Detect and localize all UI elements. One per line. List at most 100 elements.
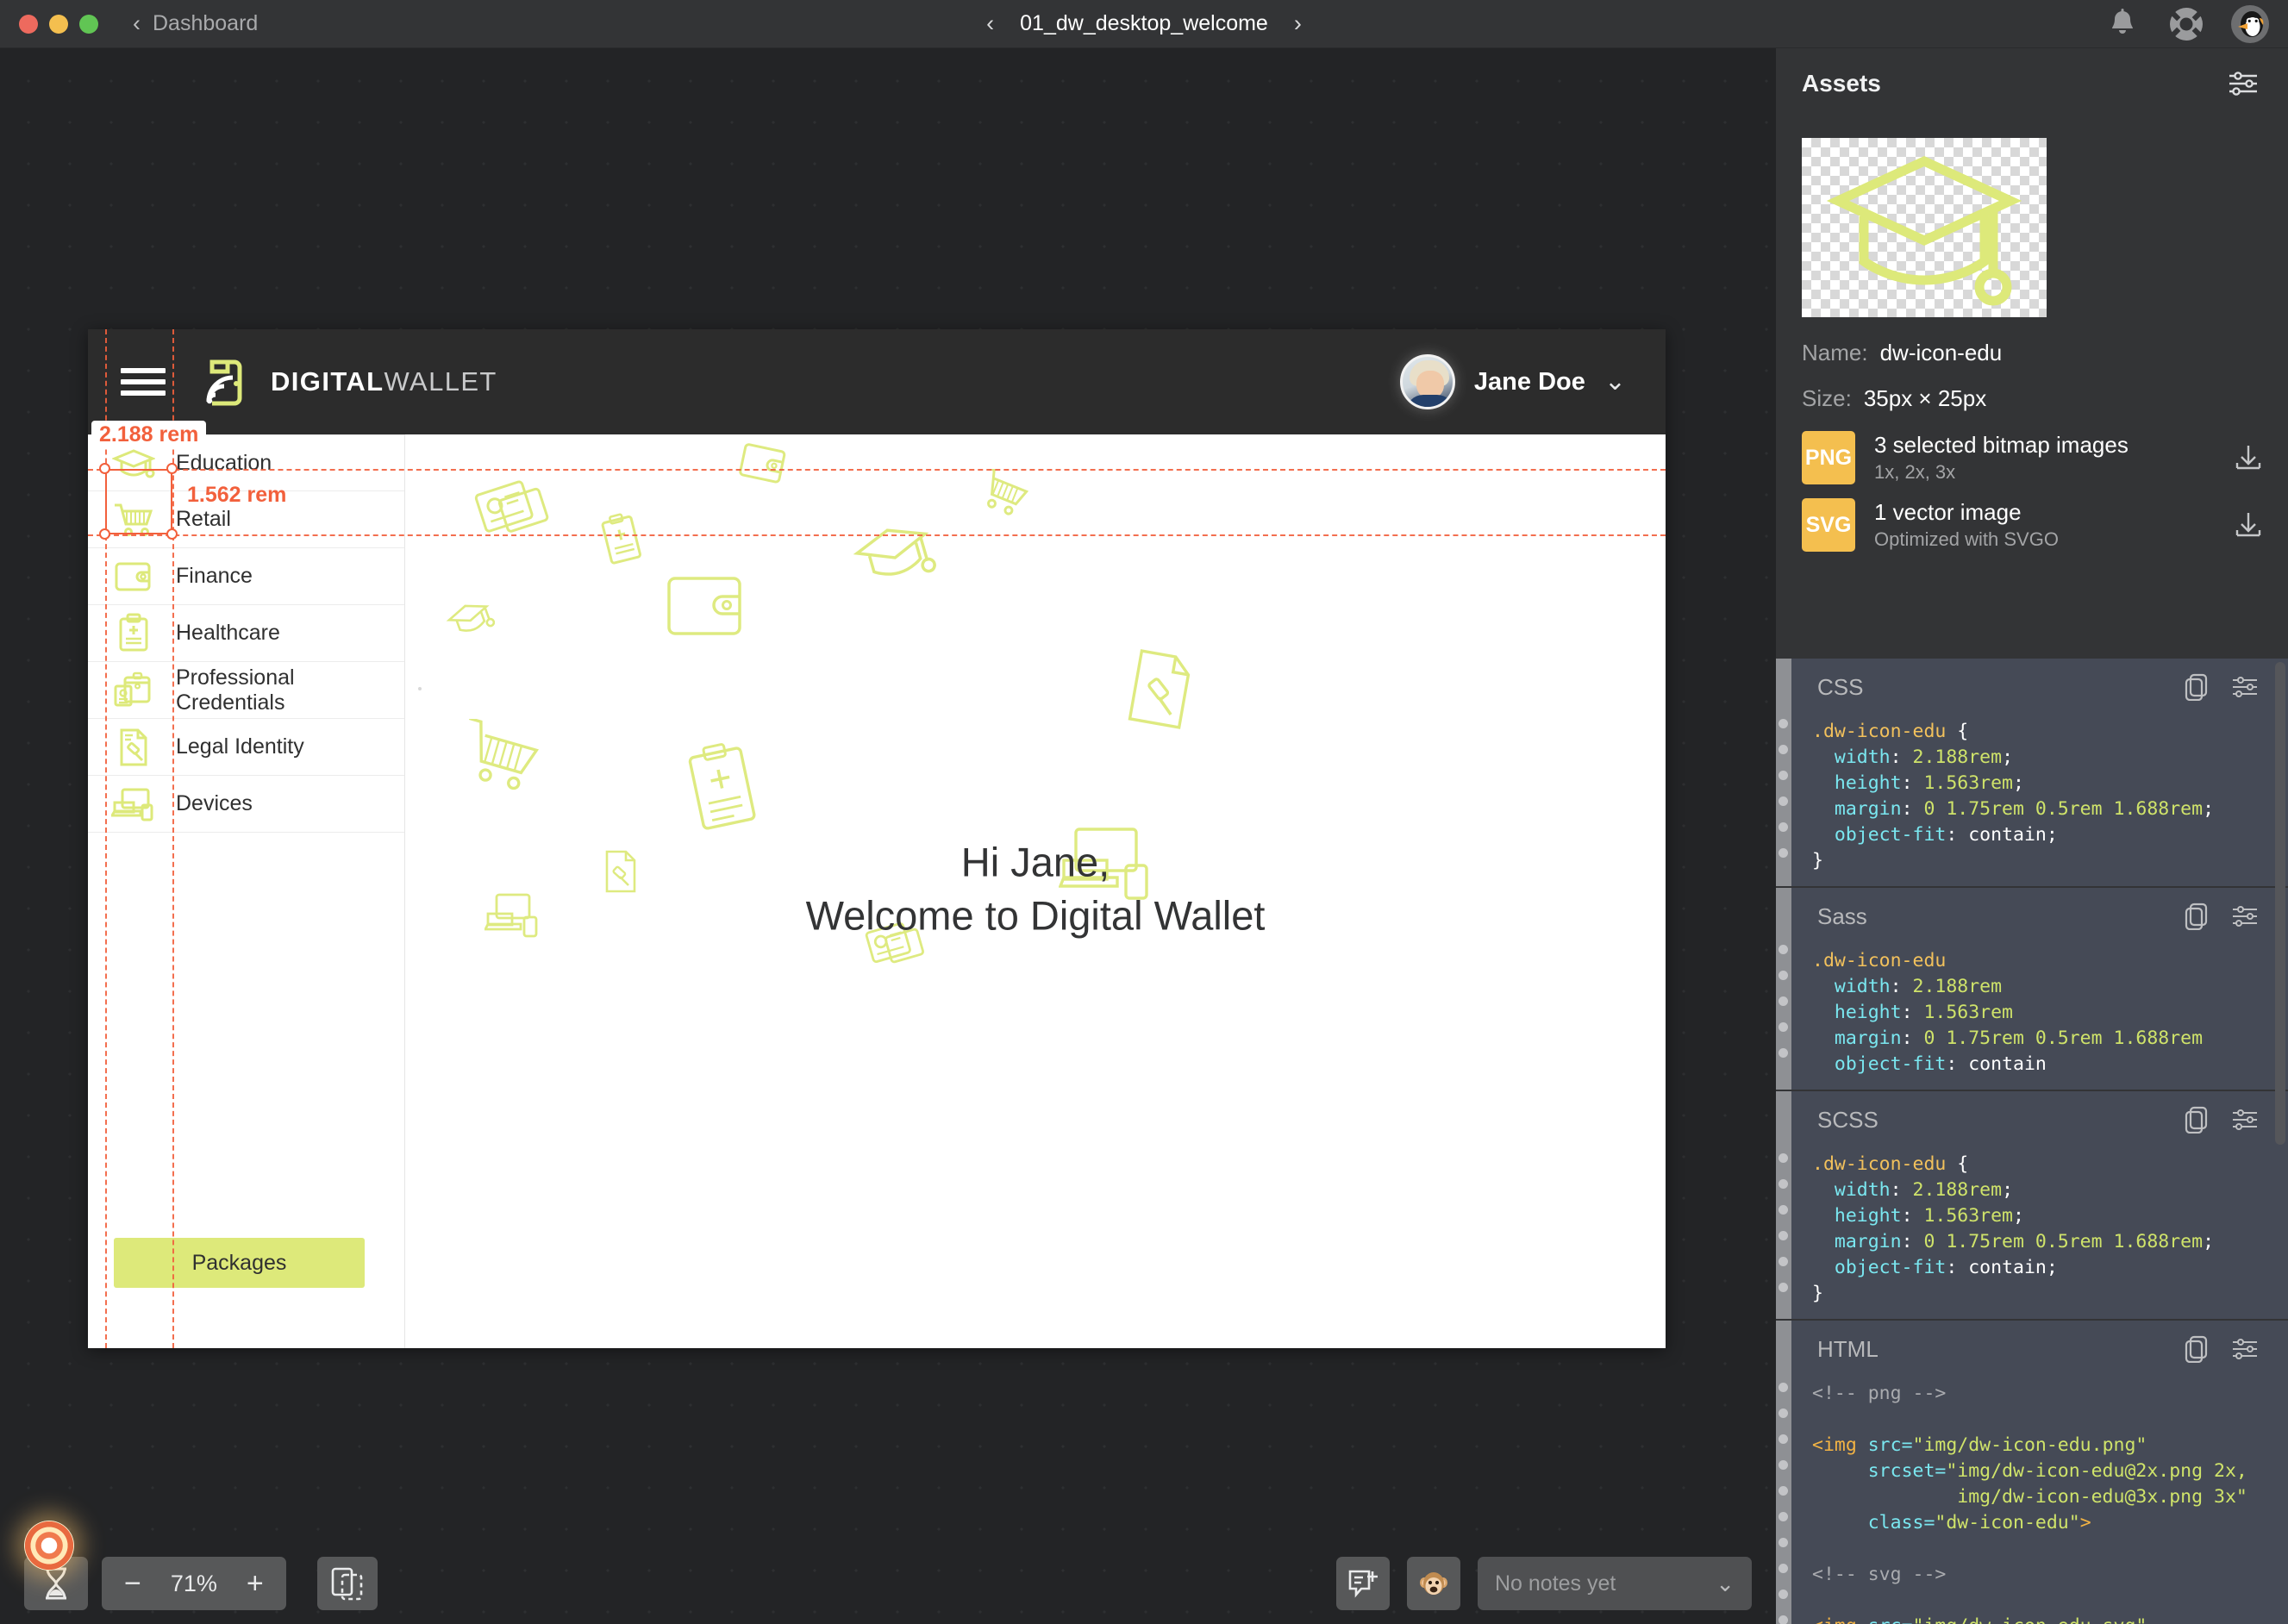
notes-select-value: No notes yet <box>1495 1571 1616 1596</box>
code-header-css: CSS <box>1776 659 2288 715</box>
next-screen-button[interactable]: › <box>1294 12 1302 35</box>
decorative-dot-icon <box>416 684 422 691</box>
panel-scrollbar[interactable] <box>2275 662 2285 1145</box>
zoom-control[interactable]: − 71% + <box>102 1557 286 1610</box>
page-title: Assets <box>1802 70 1881 97</box>
measure-label-height: 1.562 rem <box>179 481 294 509</box>
lifebuoy-icon[interactable] <box>2167 5 2205 43</box>
design-canvas[interactable]: DIGITALWALLET Jane Doe ⌄ Education <box>0 48 1776 1624</box>
app-body: Education Retail Finance <box>88 434 1666 1348</box>
wallet-wifi-icon <box>203 355 252 409</box>
measure-guide-horizontal-bottom <box>88 534 1666 536</box>
asset-name-row: Name: dw-icon-edu <box>1802 340 2288 366</box>
wallet-icon <box>662 568 753 647</box>
app-header: DIGITALWALLET Jane Doe ⌄ <box>88 329 1666 434</box>
sidebar-item-label: Education <box>176 451 272 476</box>
maximize-window-button[interactable] <box>79 15 98 34</box>
emoji-icon[interactable] <box>1407 1557 1460 1610</box>
measure-label-width: 2.188 rem <box>91 421 206 449</box>
brand-name-light: WALLET <box>384 366 497 397</box>
code-body-html[interactable]: <!-- png --> <img src="img/dw-icon-edu.p… <box>1776 1377 2288 1624</box>
code-section-css: CSS .dw-icon-edu { width: 2.188rem; heig… <box>1776 659 2288 886</box>
selection-bounding-box[interactable] <box>105 469 172 534</box>
assets-panel-header: Assets <box>1776 48 2288 119</box>
code-lang-label: Sass <box>1817 903 1867 930</box>
prev-screen-button[interactable]: ‹ <box>986 12 994 35</box>
close-window-button[interactable] <box>19 15 38 34</box>
hamburger-menu-icon[interactable] <box>121 362 166 402</box>
sidebar-item-professional-credentials[interactable]: Professional Credentials <box>88 662 404 719</box>
asset-preview[interactable] <box>1802 138 2047 317</box>
sliders-icon[interactable] <box>2231 905 2259 928</box>
png-badge: PNG <box>1802 431 1855 484</box>
download-icon[interactable] <box>2235 444 2262 472</box>
sliders-icon[interactable] <box>2228 71 2259 97</box>
selection-handle-bl[interactable] <box>99 528 110 540</box>
sidebar-item-devices[interactable]: Devices <box>88 776 404 833</box>
zoom-in-button[interactable]: + <box>247 1569 264 1598</box>
brand-logo-group: DIGITALWALLET <box>203 355 497 409</box>
wallet-icon <box>737 441 792 488</box>
selection-handle-tr[interactable] <box>166 463 178 474</box>
current-screen-name: 01_dw_desktop_welcome <box>1020 11 1268 36</box>
sidebar-item-label: Professional Credentials <box>176 665 404 715</box>
code-section-sass: Sass .dw-icon-edu width: 2.188rem height… <box>1776 888 2288 1090</box>
copy-icon[interactable] <box>2185 673 2209 701</box>
window-traffic-lights[interactable] <box>19 15 98 34</box>
cursor-click-indicator <box>24 1521 74 1571</box>
sliders-icon[interactable] <box>2231 1109 2259 1131</box>
chevron-down-icon[interactable]: ⌄ <box>1604 369 1626 395</box>
devices-icon <box>107 785 160 823</box>
sliders-icon[interactable] <box>2231 1338 2259 1360</box>
sidebar-item-label: Devices <box>176 791 253 816</box>
code-section-html: HTML <!-- png --> <img src="img/dw-icon-… <box>1776 1321 2288 1624</box>
code-sections[interactable]: CSS .dw-icon-edu { width: 2.188rem; heig… <box>1776 659 2288 1624</box>
wallet-icon <box>107 559 160 595</box>
code-lang-label: CSS <box>1817 674 1863 701</box>
sidebar-item-healthcare[interactable]: Healthcare <box>88 605 404 662</box>
clipboard-medical-icon <box>107 613 160 654</box>
artboard[interactable]: DIGITALWALLET Jane Doe ⌄ Education <box>88 329 1666 1348</box>
welcome-message: Hi Jane, Welcome to Digital Wallet <box>405 835 1666 942</box>
minimize-window-button[interactable] <box>49 15 68 34</box>
code-lang-label: HTML <box>1817 1336 1879 1363</box>
selection-handle-tl[interactable] <box>99 463 110 474</box>
duplicate-icon[interactable] <box>317 1557 378 1610</box>
selection-handle-br[interactable] <box>166 528 178 540</box>
svg-title: 1 vector image <box>1874 499 2216 526</box>
shopping-cart-icon <box>974 469 1035 522</box>
sliders-icon[interactable] <box>2231 676 2259 698</box>
copy-icon[interactable] <box>2185 1106 2209 1134</box>
sidebar-item-label: Finance <box>176 564 253 589</box>
sidebar-item-label: Healthcare <box>176 621 280 646</box>
sidebar-item-label: Retail <box>176 507 231 532</box>
code-gutter <box>1776 1091 1791 1319</box>
svg-subtitle: Optimized with SVGO <box>1874 528 2216 551</box>
notes-select[interactable]: No notes yet ⌄ <box>1478 1557 1752 1610</box>
document-gavel-icon <box>107 727 160 768</box>
code-body-sass[interactable]: .dw-icon-edu width: 2.188rem height: 1.5… <box>1776 945 2288 1077</box>
bell-icon[interactable] <box>2104 5 2141 43</box>
scss-selector: .dw-icon-edu <box>1812 1153 1946 1175</box>
code-actions <box>2185 903 2259 930</box>
app-sidebar: Education Retail Finance <box>88 434 405 1348</box>
avatar <box>1400 354 1455 409</box>
download-icon[interactable] <box>2235 511 2262 539</box>
copy-icon[interactable] <box>2185 903 2209 930</box>
copy-icon[interactable] <box>2185 1335 2209 1363</box>
sidebar-item-legal-identity[interactable]: Legal Identity <box>88 719 404 776</box>
code-header-html: HTML <box>1776 1321 2288 1377</box>
back-to-dashboard-button[interactable]: ‹ Dashboard <box>133 11 258 36</box>
packages-button[interactable]: Packages <box>114 1238 365 1288</box>
add-note-icon[interactable] <box>1336 1557 1390 1610</box>
asset-format-png: PNG 3 selected bitmap images 1x, 2x, 3x <box>1802 431 2262 484</box>
user-menu[interactable]: Jane Doe ⌄ <box>1400 354 1626 409</box>
briefcase-badge-icon <box>107 671 160 710</box>
code-body-css[interactable]: .dw-icon-edu { width: 2.188rem; height: … <box>1776 715 2288 874</box>
code-body-scss[interactable]: .dw-icon-edu { width: 2.188rem; height: … <box>1776 1148 2288 1307</box>
user-avatar[interactable] <box>2231 5 2269 43</box>
welcome-line-2: Welcome to Digital Wallet <box>405 890 1666 943</box>
window-titlebar: ‹ Dashboard ‹ 01_dw_desktop_welcome › <box>0 0 2288 48</box>
sidebar-item-finance[interactable]: Finance <box>88 548 404 605</box>
zoom-out-button[interactable]: − <box>124 1569 141 1598</box>
